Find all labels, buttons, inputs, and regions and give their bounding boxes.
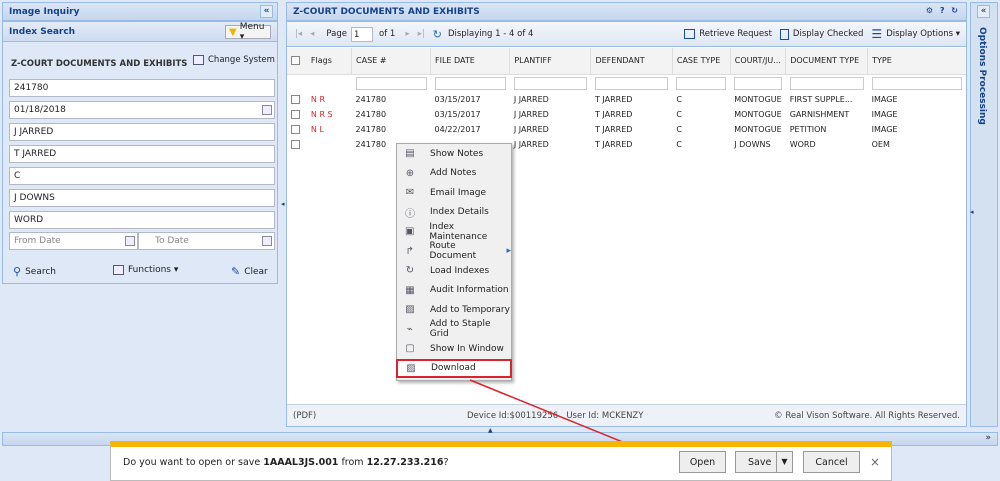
save-button[interactable]: Save ▼ <box>735 451 793 473</box>
save-dropdown-icon[interactable]: ▼ <box>776 452 792 472</box>
open-button[interactable]: Open <box>679 451 726 473</box>
download-prefix: Do you want to open or save <box>123 457 264 468</box>
download-middle: from <box>338 457 367 468</box>
download-suffix: ? <box>443 457 449 468</box>
download-filename: 1AAAL3JS.001 <box>263 457 339 468</box>
download-host: 12.27.233.216 <box>366 457 444 468</box>
cancel-button[interactable]: Cancel <box>803 451 860 473</box>
download-message: Do you want to open or save 1AAAL3JS.001… <box>123 457 449 468</box>
close-download-icon[interactable]: × <box>870 455 880 469</box>
save-label: Save <box>748 456 772 468</box>
annotation-arrow <box>469 379 672 463</box>
